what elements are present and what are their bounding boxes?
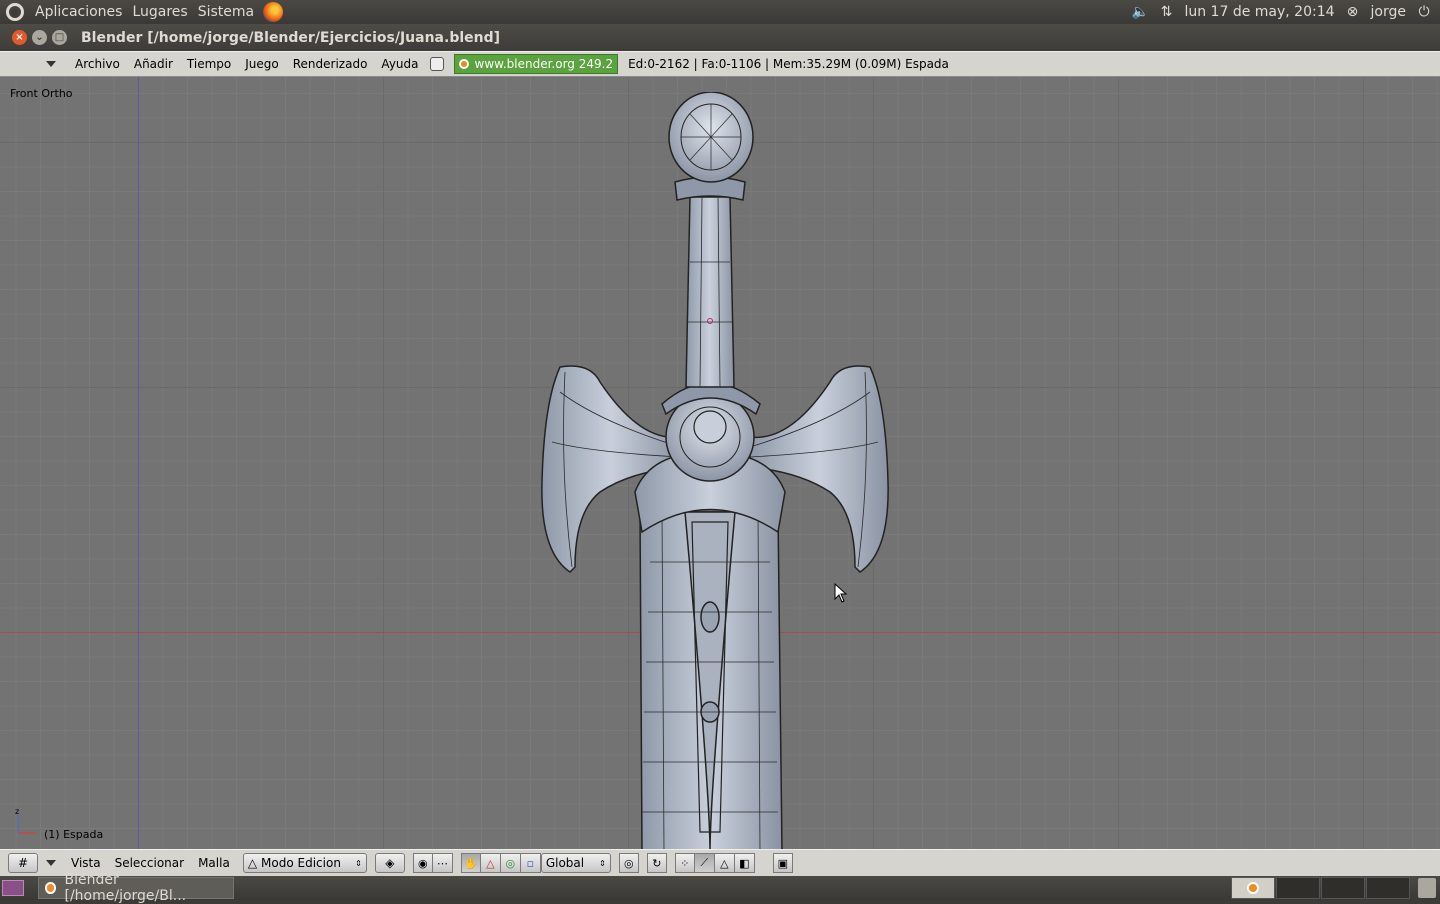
power-icon[interactable]: ⏻ (1416, 4, 1432, 20)
blender-logo-icon (45, 882, 57, 894)
system-tray: 🔈 ⇅ lun 17 de may, 20:14 ⊗ jorge ⏻ (1132, 0, 1440, 24)
mode-select-value: Modo Edicion (261, 856, 341, 870)
firefox-icon[interactable] (263, 2, 284, 22)
snap-icon[interactable]: ↻ (646, 853, 667, 873)
workspace-2[interactable] (1276, 877, 1320, 899)
view-label: Front Ortho (10, 87, 73, 100)
blender-url-label: www.blender.org 249.2 (474, 57, 614, 71)
menu-aplicaciones[interactable]: Aplicaciones (30, 0, 127, 24)
trash-icon[interactable] (1418, 878, 1436, 898)
header-collapse-icon[interactable] (46, 61, 56, 67)
menu-seleccionar[interactable]: Seleccionar (108, 856, 191, 870)
scale-icon[interactable]: ▫ (520, 853, 541, 873)
show-desktop-button[interactable] (2, 880, 24, 896)
blender-logo-icon (1247, 882, 1259, 894)
menu-juego[interactable]: Juego (238, 57, 286, 71)
axes-gizmo-icon: z (15, 807, 36, 834)
active-object-label: (1) Espada (44, 828, 104, 841)
ubuntu-logo-icon[interactable] (6, 3, 24, 21)
orientation-select-value: Global (545, 856, 585, 870)
mode-select[interactable]: △ Modo Edicion ⇕ (242, 853, 367, 873)
menu-lugares[interactable]: Lugares (127, 0, 192, 24)
proportional-edit-icon[interactable]: ◎ (618, 853, 639, 873)
menu-sistema[interactable]: Sistema (193, 0, 259, 24)
3d-viewport[interactable]: Front Ortho z (1) Espada (0, 77, 1440, 849)
scene-stats: Ed:0-2162 | Fa:0-1106 | Mem:35.29M (0.09… (628, 57, 949, 71)
gizmo-z-label: z (15, 807, 19, 816)
blender-url-button[interactable]: www.blender.org 249.2 (453, 54, 619, 74)
blender-logo-icon (458, 59, 469, 69)
taskbar-blender-window[interactable]: Blender [/home/jorge/Bl... (38, 872, 234, 904)
menu-archivo[interactable]: Archivo (68, 57, 127, 71)
mouse-pointer-icon (834, 583, 848, 603)
menu-ayuda[interactable]: Ayuda (374, 57, 425, 71)
rotate-icon[interactable]: ◎ (500, 853, 521, 873)
gnome-top-panel: Aplicaciones Lugares Sistema 🔈 ⇅ lun 17 … (0, 0, 1440, 24)
hand-manipulator-icon[interactable]: ✋ (460, 853, 481, 873)
sword-mesh[interactable] (530, 92, 900, 849)
menu-anadir[interactable]: Añadir (127, 57, 180, 71)
window-title: Blender [/home/jorge/Blender/Ejercicios/… (81, 29, 501, 46)
scene-screen-icon[interactable] (429, 57, 444, 71)
orientation-select[interactable]: Global ⇕ (540, 853, 611, 873)
menu-renderizado[interactable]: Renderizado (286, 57, 375, 71)
pivot-icon[interactable]: ◉ (412, 853, 433, 873)
blender-info-header: Archivo Añadir Tiempo Juego Renderizado … (0, 51, 1440, 77)
user-status-icon[interactable]: ⊗ (1345, 4, 1361, 20)
menu-tiempo[interactable]: Tiempo (180, 57, 238, 71)
close-window-button[interactable]: × (12, 30, 27, 45)
z-axis-line (138, 77, 139, 849)
menu-malla[interactable]: Malla (191, 856, 237, 870)
menu-vista[interactable]: Vista (64, 856, 108, 870)
occlude-geometry-icon[interactable]: ◧ (734, 853, 755, 873)
manipulator-icon[interactable]: ⋯ (432, 853, 453, 873)
volume-icon[interactable]: 🔈 (1132, 4, 1149, 20)
workspace-4[interactable] (1366, 877, 1410, 899)
gnome-bottom-panel: Blender [/home/jorge/Bl... (0, 872, 1440, 904)
select-arrows-icon: ⇕ (355, 858, 362, 868)
window-titlebar[interactable]: × ⌄ □ Blender [/home/jorge/Blender/Ejerc… (0, 24, 1440, 51)
select-arrows-icon: ⇕ (599, 858, 606, 868)
maximize-window-button[interactable]: □ (52, 30, 67, 45)
view-header-collapse-icon[interactable] (46, 860, 56, 866)
edge-select-icon[interactable]: ⟋ (694, 853, 715, 873)
translate-icon[interactable]: △ (480, 853, 501, 873)
clock[interactable]: lun 17 de may, 20:14 (1184, 0, 1334, 24)
user-name[interactable]: jorge (1371, 0, 1406, 24)
draw-type-icon[interactable]: ◈ (374, 853, 405, 873)
workspace-3[interactable] (1321, 877, 1365, 899)
network-icon[interactable]: ⇅ (1158, 4, 1174, 20)
workspace-1[interactable] (1231, 877, 1275, 899)
workspace-switcher (1231, 877, 1410, 899)
taskbar-window-label: Blender [/home/jorge/Bl... (64, 872, 187, 904)
mode-icon: △ (247, 856, 258, 870)
face-select-icon[interactable]: △ (714, 853, 735, 873)
editor-type-grid-icon[interactable]: # (8, 853, 38, 873)
minimize-window-button[interactable]: ⌄ (32, 30, 47, 45)
render-preview-icon[interactable]: ▣ (772, 853, 793, 873)
vertex-select-icon[interactable]: ⁘ (674, 853, 695, 873)
